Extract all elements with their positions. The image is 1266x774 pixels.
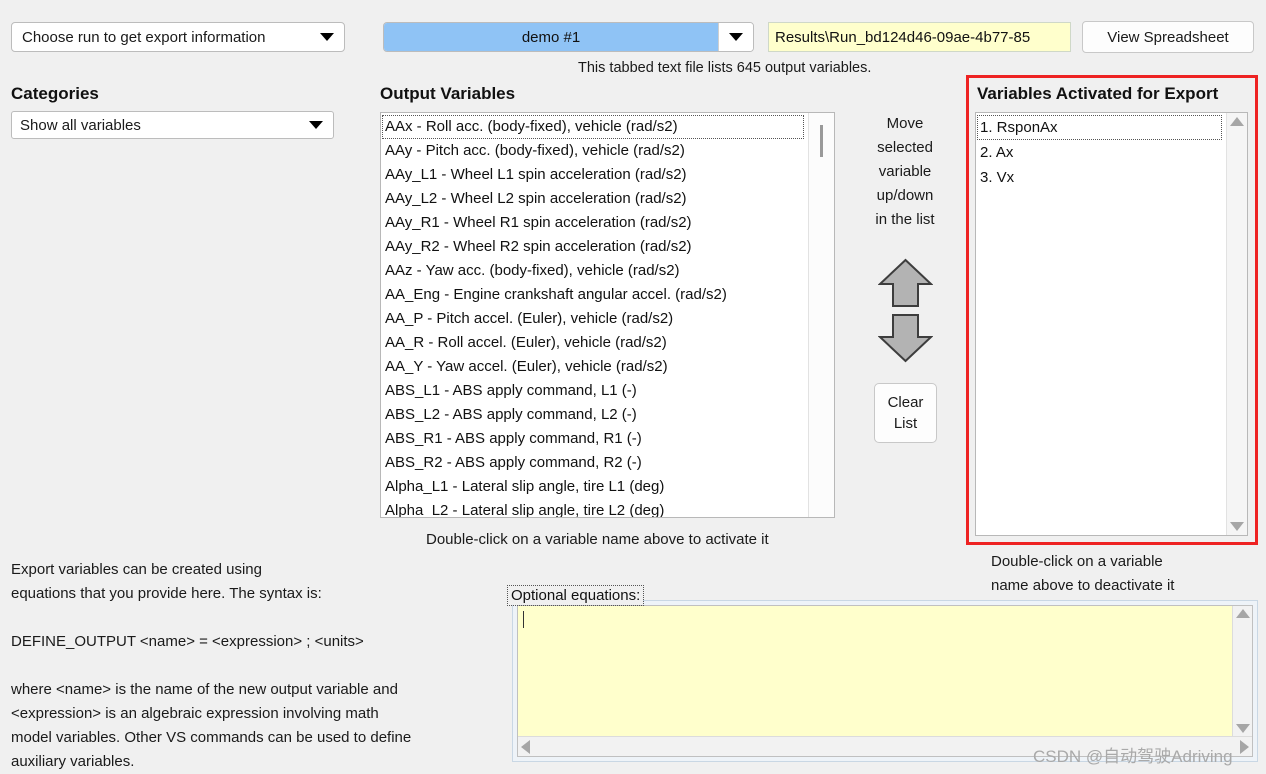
categories-dropdown-label: Show all variables — [20, 116, 141, 134]
view-spreadsheet-button[interactable]: View Spreadsheet — [1082, 21, 1254, 53]
output-variable-item[interactable]: AA_R - Roll accel. (Euler), vehicle (rad… — [381, 331, 808, 355]
scrollbar-thumb[interactable] — [820, 125, 823, 157]
chevron-down-icon — [729, 33, 743, 41]
output-variable-item[interactable]: AAy_L2 - Wheel L2 spin acceleration (rad… — [381, 187, 808, 211]
output-variable-item[interactable]: ABS_L2 - ABS apply command, L2 (-) — [381, 403, 808, 427]
scroll-right-icon[interactable] — [1240, 739, 1249, 754]
optional-equations-editor[interactable] — [517, 605, 1253, 757]
text-caret — [523, 611, 524, 628]
output-variables-hint: Double-click on a variable name above to… — [426, 531, 769, 548]
activated-variable-item[interactable]: 2. Ax — [976, 140, 1226, 165]
output-variables-scrollbar[interactable] — [808, 113, 834, 517]
output-variables-heading: Output Variables — [380, 84, 516, 103]
chevron-down-icon — [320, 33, 334, 41]
clear-list-label-line2: List — [893, 415, 918, 432]
output-variables-listbox[interactable]: AAx - Roll acc. (body-fixed), vehicle (r… — [380, 112, 835, 518]
run-select-value: demo #1 — [384, 23, 718, 51]
run-select-arrow-button[interactable] — [718, 23, 753, 51]
move-down-button[interactable] — [878, 313, 933, 363]
output-variable-item[interactable]: AAy_R1 - Wheel R1 spin acceleration (rad… — [381, 211, 808, 235]
arrow-up-icon — [878, 258, 933, 307]
equations-vertical-scrollbar[interactable] — [1232, 606, 1252, 736]
output-variable-item[interactable]: AAy_L1 - Wheel L1 spin acceleration (rad… — [381, 163, 808, 187]
optional-equations-container — [512, 600, 1258, 762]
output-variable-item[interactable]: AA_Y - Yaw accel. (Euler), vehicle (rad/… — [381, 355, 808, 379]
run-select-dropdown[interactable]: demo #1 — [383, 22, 754, 52]
output-variable-item[interactable]: ABS_R2 - ABS apply command, R2 (-) — [381, 451, 808, 475]
activated-listbox[interactable]: 1. RsponAx 2. Ax 3. Vx — [975, 112, 1248, 536]
activated-variable-item[interactable]: 3. Vx — [976, 165, 1226, 190]
activated-heading: Variables Activated for Export — [977, 84, 1219, 103]
scroll-down-icon[interactable] — [1230, 522, 1244, 531]
choose-run-dropdown-label: Choose run to get export information — [22, 28, 266, 46]
output-variable-item[interactable]: Alpha_L2 - Lateral slip angle, tire L2 (… — [381, 499, 808, 517]
results-path-field[interactable]: Results\Run_bd124d46-09ae-4b77-85 — [768, 22, 1071, 52]
activated-scrollbar[interactable] — [1226, 113, 1247, 535]
chevron-down-icon — [309, 121, 323, 129]
scroll-up-icon[interactable] — [1230, 117, 1244, 126]
output-variable-item[interactable]: AAy - Pitch acc. (body-fixed), vehicle (… — [381, 139, 808, 163]
categories-heading: Categories — [11, 84, 99, 103]
output-variable-item[interactable]: ABS_R1 - ABS apply command, R1 (-) — [381, 427, 808, 451]
output-variable-item[interactable]: AA_P - Pitch accel. (Euler), vehicle (ra… — [381, 307, 808, 331]
categories-dropdown[interactable]: Show all variables — [11, 111, 334, 139]
output-variable-item[interactable]: Alpha_L1 - Lateral slip angle, tire L1 (… — [381, 475, 808, 499]
output-variable-item[interactable]: AAx - Roll acc. (body-fixed), vehicle (r… — [382, 115, 804, 139]
optional-equations-label: Optional equations: — [506, 585, 645, 606]
activated-variable-item[interactable]: 1. RsponAx — [977, 115, 1222, 140]
scroll-up-icon[interactable] — [1235, 609, 1250, 618]
file-note-text: This tabbed text file lists 645 output v… — [578, 60, 872, 76]
output-variable-item[interactable]: ABS_L1 - ABS apply command, L1 (-) — [381, 379, 808, 403]
activated-list[interactable]: 1. RsponAx 2. Ax 3. Vx — [976, 113, 1226, 535]
scroll-down-icon[interactable] — [1235, 724, 1250, 733]
scroll-left-icon[interactable] — [521, 739, 530, 754]
move-up-button[interactable] — [878, 258, 933, 308]
output-variable-item[interactable]: AA_Eng - Engine crankshaft angular accel… — [381, 283, 808, 307]
clear-list-label-line1: Clear — [887, 394, 924, 411]
choose-run-dropdown[interactable]: Choose run to get export information — [11, 22, 345, 52]
clear-list-button[interactable]: Clear List — [874, 383, 937, 443]
arrow-down-icon — [878, 314, 933, 363]
watermark-text: CSDN @自动驾驶Adriving — [1033, 747, 1233, 766]
output-variable-item[interactable]: AAz - Yaw acc. (body-fixed), vehicle (ra… — [381, 259, 808, 283]
output-variables-list[interactable]: AAx - Roll acc. (body-fixed), vehicle (r… — [381, 113, 808, 517]
help-text: Export variables can be created using eq… — [11, 561, 412, 770]
move-instructions-text: Move selected variable up/down in the li… — [875, 115, 935, 228]
output-variable-item[interactable]: AAy_R2 - Wheel R2 spin acceleration (rad… — [381, 235, 808, 259]
activated-hint: Double-click on a variable name above to… — [991, 553, 1175, 594]
optional-equations-input[interactable] — [518, 606, 1232, 736]
